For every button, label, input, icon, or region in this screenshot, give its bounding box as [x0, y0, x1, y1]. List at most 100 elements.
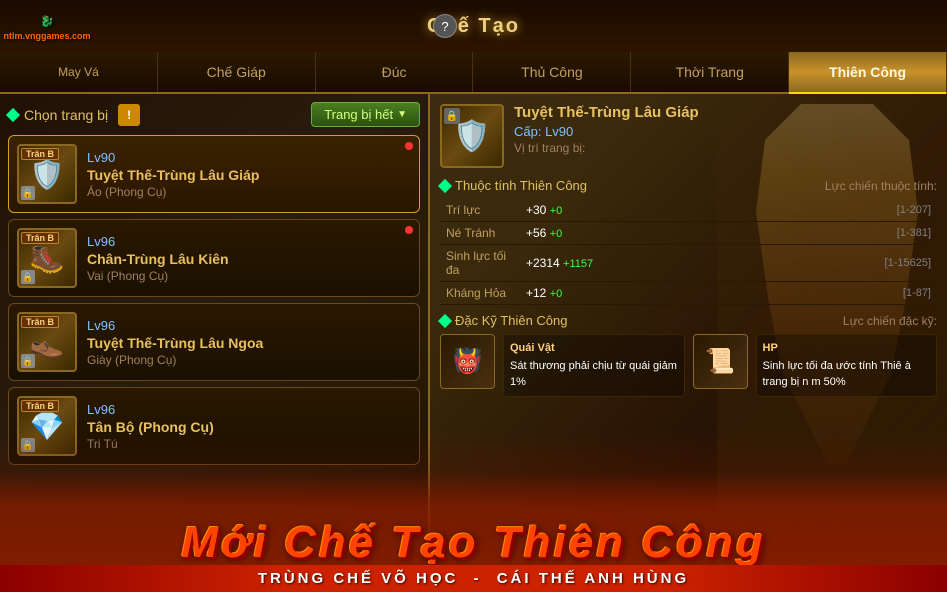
rarity-badge-2: Trân B	[21, 232, 59, 244]
equipment-level-3: Lv96	[87, 318, 411, 333]
equipment-info-2: Lv96 Chân-Trùng Lâu Kiên Vai (Phong Cụ)	[87, 234, 411, 283]
equipment-item-2[interactable]: Trân B 🥾 🔒 Lv96 Chân-Trùng Lâu Kiên Vai …	[8, 219, 420, 297]
attr-range-1: [1-381]	[760, 222, 937, 245]
skills-combat-label: Lực chiến đặc kỹ:	[843, 314, 937, 328]
main-content: Chọn trang bị ! Trang bị hết ▼ Trân B 🛡️…	[0, 94, 947, 592]
skill-items: 👹 Quái Vật Sát thương phải chịu từ quái …	[440, 334, 937, 397]
panel-header: Chọn trang bị ! Trang bị hết ▼	[8, 102, 420, 127]
skills-section-title: Đặc Kỹ Thiên Công Lực chiến đặc kỹ:	[440, 313, 937, 328]
equipment-dropdown[interactable]: Trang bị hết ▼	[311, 102, 420, 127]
skill-desc-2: HP Sinh lực tối đa ước tính Thiê à trang…	[756, 334, 938, 397]
help-button[interactable]: ?	[433, 14, 457, 38]
right-panel: 🔒 🛡️ Tuyệt Thế-Trùng Lâu Giáp Cấp: Lv90 …	[430, 94, 947, 592]
attributes-title-left: Thuộc tính Thiên Công	[440, 178, 587, 193]
skill-desc-1: Quái Vật Sát thương phải chịu từ quái gi…	[503, 334, 685, 397]
tab-navigation: May Vá Chế Giáp Đúc Thủ Công Thời Trang …	[0, 52, 947, 94]
attr-row-2: Sinh lực tối đa +2314 +1157 [1-15625]	[440, 245, 937, 282]
detail-equipment-level: Cấp: Lv90	[514, 124, 937, 139]
equipment-level-2: Lv96	[87, 234, 411, 249]
equipment-list: Trân B 🛡️ 🔒 Lv90 Tuyệt Thế-Trùng Lâu Giá…	[8, 135, 420, 584]
equipment-item-1[interactable]: Trân B 🛡️ 🔒 Lv90 Tuyệt Thế-Trùng Lâu Giá…	[8, 135, 420, 213]
equipment-type-3: Giày (Phong Cụ)	[87, 353, 411, 367]
attributes-title-text: Thuộc tính Thiên Công	[455, 178, 587, 193]
equipment-icon-2: Trân B 🥾 🔒	[17, 228, 77, 288]
skills-title-left: Đặc Kỹ Thiên Công	[440, 313, 568, 328]
attributes-combat-label: Lực chiến thuộc tính:	[825, 179, 937, 193]
equipment-type-4: Tri Tú	[87, 437, 411, 451]
attributes-section: Thuộc tính Thiên Công Lực chiến thuộc tí…	[440, 178, 937, 305]
attr-value-0: +30 +0	[520, 199, 760, 222]
dropdown-label: Trang bị hết	[324, 107, 393, 122]
tab-duc[interactable]: Đúc	[316, 52, 474, 92]
attr-row-0: Trí lực +30 +0 [1-207]	[440, 199, 937, 222]
lock-icon-2: 🔒	[21, 270, 35, 284]
panel-header-left: Chọn trang bị !	[8, 104, 140, 126]
lock-icon-4: 🔒	[21, 438, 35, 452]
left-panel: Chọn trang bị ! Trang bị hết ▼ Trân B 🛡️…	[0, 94, 430, 592]
skill-label-2: HP	[763, 341, 931, 356]
skill-item-1[interactable]: 👹	[440, 334, 495, 389]
equipment-name-2: Chân-Trùng Lâu Kiên	[87, 251, 411, 267]
lock-icon-3: 🔒	[21, 354, 35, 368]
attr-bonus-0: +0	[550, 205, 563, 217]
attr-base-0: +30	[526, 203, 546, 217]
attr-name-3: Kháng Hỏa	[440, 282, 520, 305]
detail-equipment-position: Vị trí trang bị:	[514, 141, 937, 155]
diamond-icon-attr	[438, 178, 452, 192]
equipment-image-1: 🛡️	[30, 158, 65, 191]
attr-bonus-3: +0	[550, 288, 563, 300]
skills-title-text: Đặc Kỹ Thiên Công	[455, 313, 568, 328]
equipment-info-3: Lv96 Tuyệt Thế-Trùng Lâu Ngoa Giày (Phon…	[87, 318, 411, 367]
equipment-item-4[interactable]: Trân B 💎 🔒 Lv96 Tân Bộ (Phong Cụ) Tri Tú	[8, 387, 420, 465]
attributes-table: Trí lực +30 +0 [1-207] Né Tránh +56 +0	[440, 199, 937, 305]
choose-equipment-label: Chọn trang bị	[24, 107, 108, 123]
attr-value-1: +56 +0	[520, 222, 760, 245]
position-label: Vị trí trang bị:	[514, 141, 585, 155]
equipment-type-2: Vai (Phong Cụ)	[87, 269, 411, 283]
tab-thoi-trang[interactable]: Thời Trang	[631, 52, 789, 92]
attr-name-2: Sinh lực tối đa	[440, 245, 520, 282]
detail-section: 🔒 🛡️ Tuyệt Thế-Trùng Lâu Giáp Cấp: Lv90 …	[440, 104, 937, 397]
logo-area: 🐉 ntlm.vnggames.com	[2, 2, 92, 57]
rarity-badge-4: Trân B	[21, 400, 59, 412]
tab-thu-cong[interactable]: Thủ Công	[473, 52, 631, 92]
attr-name-1: Né Tránh	[440, 222, 520, 245]
equipment-icon-3: Trân B 👞 🔒	[17, 312, 77, 372]
attr-row-3: Kháng Hỏa +12 +0 [1-87]	[440, 282, 937, 305]
equipment-name-4: Tân Bộ (Phong Cụ)	[87, 419, 411, 435]
skill-icon-1: 👹	[453, 347, 483, 376]
notification-dot-2	[405, 226, 413, 234]
tab-may-va[interactable]: May Vá	[0, 52, 158, 92]
equipment-item-3[interactable]: Trân B 👞 🔒 Lv96 Tuyệt Thế-Trùng Lâu Ngoa…	[8, 303, 420, 381]
equipment-name-3: Tuyệt Thế-Trùng Lâu Ngoa	[87, 335, 411, 351]
detail-equipment-name: Tuyệt Thế-Trùng Lâu Giáp	[514, 104, 937, 121]
equipment-image-2: 🥾	[30, 242, 65, 275]
logo-text: 🐉 ntlm.vnggames.com	[3, 16, 90, 42]
detail-header: 🔒 🛡️ Tuyệt Thế-Trùng Lâu Giáp Cấp: Lv90 …	[440, 104, 937, 168]
detail-lock-icon: 🔒	[444, 108, 460, 124]
skill-item-2[interactable]: 📜	[693, 334, 748, 389]
attr-range-3: [1-87]	[760, 282, 937, 305]
tab-che-giap[interactable]: Chế Giáp	[158, 52, 316, 92]
skill-desc-text-1: Sát thương phải chịu từ quái giảm 1%	[510, 359, 678, 390]
diamond-icon-skills	[438, 313, 452, 327]
equipment-icon-1: Trân B 🛡️ 🔒	[17, 144, 77, 204]
equipment-info-4: Lv96 Tân Bộ (Phong Cụ) Tri Tú	[87, 402, 411, 451]
tab-thien-cong[interactable]: Thiên Công	[789, 52, 947, 92]
attr-bonus-2: +1157	[563, 258, 593, 270]
detail-equipment-icon: 🔒 🛡️	[440, 104, 504, 168]
skill-label-1: Quái Vật	[510, 341, 678, 356]
skill-icon-2: 📜	[705, 347, 735, 376]
attr-base-2: +2314	[526, 256, 560, 270]
equipment-level-1: Lv90	[87, 150, 411, 165]
equipment-type-1: Áo (Phong Cụ)	[87, 185, 411, 199]
equipment-icon-4: Trân B 💎 🔒	[17, 396, 77, 456]
lock-icon-1: 🔒	[21, 186, 35, 200]
chevron-down-icon: ▼	[397, 109, 407, 120]
warning-icon[interactable]: !	[118, 104, 140, 126]
equipment-level-4: Lv96	[87, 402, 411, 417]
header-bar: Chế Tạo ?	[0, 0, 947, 52]
attr-range-0: [1-207]	[760, 199, 937, 222]
notification-dot-1	[405, 142, 413, 150]
detail-title-area: Tuyệt Thế-Trùng Lâu Giáp Cấp: Lv90 Vị tr…	[514, 104, 937, 155]
